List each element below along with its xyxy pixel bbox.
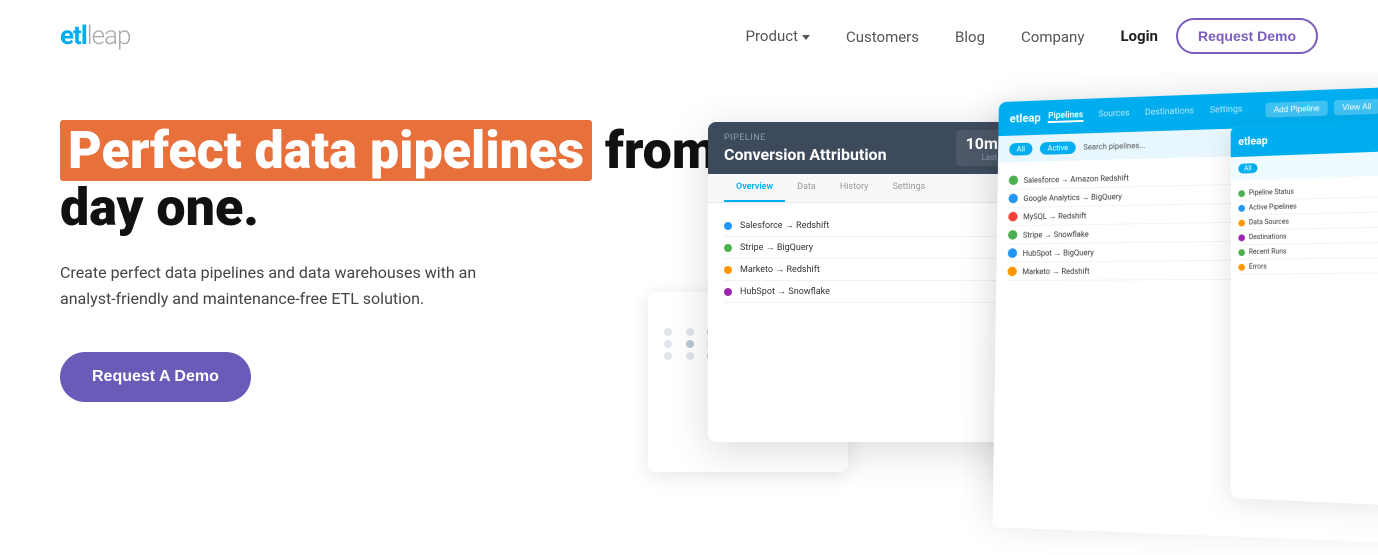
third-text-4: Destinations [1249,230,1378,241]
third-text-1: Pipeline Status [1249,185,1378,197]
third-body: Pipeline Status Active Pipelines Data So… [1231,175,1378,281]
third-text-6: Errors [1249,261,1378,271]
nav-item-blog[interactable]: Blog [955,27,985,46]
third-dot-2 [1238,204,1245,211]
dot-1 [664,328,672,336]
third-toolbar-pill[interactable]: All [1238,163,1257,173]
second-tabs: Pipelines Sources Destinations Settings [1048,104,1258,123]
chevron-down-icon [802,35,810,40]
third-text-3: Data Sources [1249,215,1378,226]
row-icon-4 [1008,230,1017,240]
second-view-all-btn[interactable]: View All [1334,98,1378,115]
pipeline-dot-2 [724,244,732,252]
pipeline-dot-4 [724,288,732,296]
nav-item-company[interactable]: Company [1021,27,1084,46]
dot-17 [664,352,672,360]
tab-history[interactable]: History [828,174,881,202]
navigation: etl leap Product Customers Blog Company … [0,0,1378,72]
hero-cta-button[interactable]: Request A Demo [60,352,251,402]
second-tab-pipelines[interactable]: Pipelines [1048,110,1083,123]
third-dot-1 [1238,190,1245,197]
screenshots-container: Pipeline Conversion Attribution 10m ago … [648,92,1378,555]
login-link[interactable]: Login [1120,27,1158,45]
second-actions: Add Pipeline View All [1266,98,1378,117]
customers-link[interactable]: Customers [846,28,919,46]
product-label: Product [746,27,798,45]
dot-10 [686,340,694,348]
third-text-5: Recent Runs [1249,246,1378,256]
hero-highlight-text: Perfect data pipelines [60,120,592,181]
third-dot-5 [1238,249,1245,256]
row-icon-3 [1008,212,1017,222]
nav-item-product[interactable]: Product [746,27,810,45]
dashboard-header-left: Pipeline Conversion Attribution [724,133,944,164]
dashboard-title: Conversion Attribution [724,145,944,164]
row-icon-6 [1007,267,1016,277]
tab-settings[interactable]: Settings [880,174,937,202]
nav-demo-button[interactable]: Request Demo [1176,18,1318,54]
third-text-2: Active Pipelines [1249,200,1378,212]
second-tab-settings[interactable]: Settings [1210,105,1243,118]
hero-subtext: Create perfect data pipelines and data w… [60,260,520,311]
blog-link[interactable]: Blog [955,28,985,46]
tab-data[interactable]: Data [785,174,828,202]
toolbar-filter-active[interactable]: Active [1040,141,1076,155]
toolbar-filter-all[interactable]: All [1009,142,1032,155]
tab-overview[interactable]: Overview [724,174,785,202]
second-add-pipeline-btn[interactable]: Add Pipeline [1266,100,1328,117]
company-link[interactable]: Company [1021,28,1084,46]
nav-item-customers[interactable]: Customers [846,27,919,46]
pipeline-dot-3 [724,266,732,274]
second-tab-destinations[interactable]: Destinations [1145,106,1194,119]
toolbar-search: Search pipelines... [1083,141,1145,152]
second-logo: etleap [1010,111,1041,125]
logo-leap: leap [87,21,131,51]
second-tab-sources[interactable]: Sources [1098,109,1129,122]
logo-etl: etl [60,21,87,51]
row-icon-1 [1009,175,1018,185]
pipeline-dot-1 [724,222,732,230]
third-row-6: Errors [1238,258,1378,275]
nav-links: Product Customers Blog Company [746,27,1085,46]
row-icon-2 [1008,194,1017,204]
dot-18 [686,352,694,360]
row-icon-5 [1008,248,1017,258]
product-link[interactable]: Product [746,27,810,45]
third-logo: etleap [1238,134,1267,148]
dot-2 [686,328,694,336]
third-dot-3 [1238,219,1245,226]
dashboard-third: etleap All Pipeline Status Active Pipeli… [1231,118,1378,506]
dot-9 [664,340,672,348]
third-dot-6 [1238,263,1245,270]
logo[interactable]: etl leap [60,21,130,51]
hero-section: Perfect data pipelines from day one. Cre… [0,72,1378,555]
third-row-5: Recent Runs [1238,243,1378,260]
third-dot-4 [1238,234,1245,241]
dashboard-subtitle: Pipeline [724,133,944,143]
